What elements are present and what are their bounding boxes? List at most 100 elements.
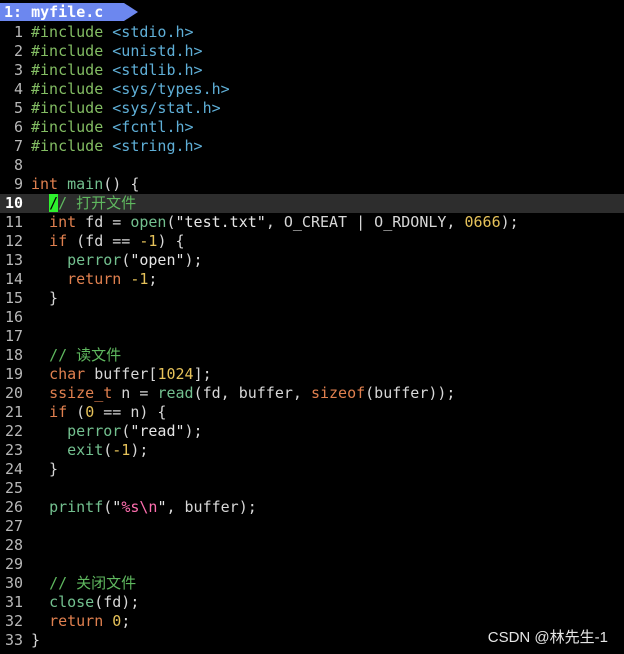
code-token: #include: [31, 137, 113, 155]
code-line[interactable]: 20 ssize_t n = read(fd, buffer, sizeof(b…: [0, 384, 624, 403]
line-number: 17: [4, 327, 23, 345]
code-line[interactable]: 5 #include <sys/stat.h>: [0, 99, 624, 118]
code-line[interactable]: 12 if (fd == -1) {: [0, 232, 624, 251]
code-token: );: [184, 251, 203, 269]
code-line[interactable]: 3 #include <stdlib.h>: [0, 61, 624, 80]
code-line[interactable]: 16: [0, 308, 624, 327]
line-number: 12: [4, 232, 23, 250]
code-token: close: [49, 593, 95, 611]
code-line[interactable]: 27: [0, 517, 624, 536]
code-line[interactable]: 22 perror("read");: [0, 422, 624, 441]
tabline: 1: myfile.c: [0, 0, 624, 21]
code-token: n =: [112, 384, 158, 402]
code-line[interactable]: 25: [0, 479, 624, 498]
code-line[interactable]: 11 int fd = open("test.txt", O_CREAT | O…: [0, 213, 624, 232]
line-number: 19: [4, 365, 23, 383]
line-number: 30: [4, 574, 23, 592]
code-line[interactable]: 26 printf("%s\n", buffer);: [0, 498, 624, 517]
code-token: <sys/types.h>: [112, 80, 230, 98]
code-token: <fcntl.h>: [112, 118, 194, 136]
line-number: 29: [4, 555, 23, 573]
code-token: }: [31, 289, 59, 307]
code-line[interactable]: 7 #include <string.h>: [0, 137, 624, 156]
line-number: 27: [4, 517, 23, 535]
line-number: 1: [13, 23, 23, 41]
code-token: ];: [193, 365, 212, 383]
line-number: 31: [4, 593, 23, 611]
line-number: 33: [4, 631, 23, 649]
line-number: 4: [13, 80, 23, 98]
code-token: return: [49, 612, 104, 630]
code-line[interactable]: 2 #include <unistd.h>: [0, 42, 624, 61]
code-token: "read": [130, 422, 185, 440]
code-line[interactable]: 6 #include <fcntl.h>: [0, 118, 624, 137]
code-line[interactable]: 13 perror("open");: [0, 251, 624, 270]
code-line[interactable]: 30 // 关闭文件: [0, 574, 624, 593]
code-token: );: [184, 422, 203, 440]
code-line[interactable]: 18 // 读文件: [0, 346, 624, 365]
line-number: 24: [4, 460, 23, 478]
code-line[interactable]: 31 close(fd);: [0, 593, 624, 612]
code-token: sizeof: [310, 384, 366, 402]
code-token: (: [103, 441, 113, 459]
code-token: );: [130, 441, 149, 459]
code-token: -1: [130, 270, 149, 288]
code-token: (fd, buffer,: [193, 384, 311, 402]
code-line[interactable]: 14 return -1;: [0, 270, 624, 289]
code-line[interactable]: 15 }: [0, 289, 624, 308]
code-editor[interactable]: 1 #include <stdio.h> 2 #include <unistd.h> 3…: [0, 23, 624, 650]
code-token: ": [112, 498, 122, 516]
code-token: <stdio.h>: [112, 23, 194, 41]
code-line[interactable]: 17: [0, 327, 624, 346]
code-token: read: [157, 384, 194, 402]
code-token: if: [49, 403, 68, 421]
line-number: 3: [13, 61, 23, 79]
watermark: CSDN @林先生-1: [487, 629, 608, 646]
code-line[interactable]: 1 #include <stdio.h>: [0, 23, 624, 42]
code-line[interactable]: 24 }: [0, 460, 624, 479]
code-token: <unistd.h>: [112, 42, 203, 60]
code-token: int: [31, 175, 59, 193]
code-token: int: [49, 213, 77, 231]
code-token: main: [67, 175, 104, 193]
line-number: 22: [4, 422, 23, 440]
line-number: 8: [13, 156, 23, 174]
code-token: 1024: [157, 365, 194, 383]
code-token: 0666: [464, 213, 501, 231]
code-token: , O_CREAT | O_RDONLY,: [265, 213, 465, 231]
code-token: #include: [31, 118, 113, 136]
code-token: #include: [31, 42, 113, 60]
code-token: return: [67, 270, 122, 288]
code-line[interactable]: 28: [0, 536, 624, 555]
code-line[interactable]: 19 char buffer[1024];: [0, 365, 624, 384]
code-line[interactable]: 10 // 打开文件: [0, 194, 624, 213]
code-line[interactable]: 9 int main() {: [0, 175, 624, 194]
code-line[interactable]: 4 #include <sys/types.h>: [0, 80, 624, 99]
code-line[interactable]: 29: [0, 555, 624, 574]
code-token: () {: [103, 175, 140, 193]
line-number: 25: [4, 479, 23, 497]
code-token: (fd);: [94, 593, 140, 611]
code-line[interactable]: 23 exit(-1);: [0, 441, 624, 460]
line-number: 23: [4, 441, 23, 459]
code-token: -1: [112, 441, 131, 459]
code-token: (: [67, 403, 86, 421]
code-token: open: [130, 213, 167, 231]
code-token: fd =: [76, 213, 131, 231]
line-number: 6: [13, 118, 23, 136]
code-token: exit: [67, 441, 104, 459]
code-line[interactable]: 8: [0, 156, 624, 175]
tab-myfile-c[interactable]: 1: myfile.c: [0, 3, 138, 21]
line-number: 11: [4, 213, 23, 231]
code-line[interactable]: 21 if (0 == n) {: [0, 403, 624, 422]
line-number: 26: [4, 498, 23, 516]
code-token: (: [103, 498, 113, 516]
